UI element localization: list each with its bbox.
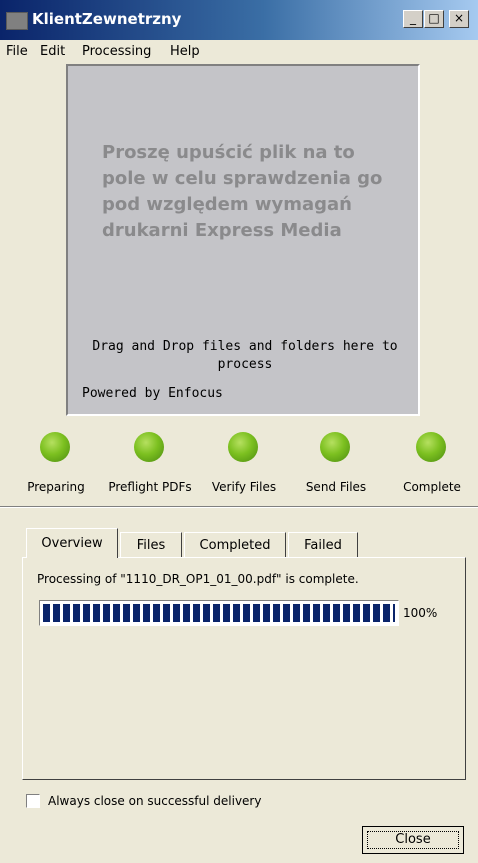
- app-window: KlientZewnetrzny _ □ × File Edit Process…: [0, 0, 478, 863]
- progress-percent: 100%: [403, 606, 438, 620]
- drop-instructions-polish: Proszę upuścić plik na to pole w celu sp…: [102, 142, 383, 241]
- powered-by-label: Powered by Enfocus: [82, 386, 223, 401]
- tab-failed[interactable]: Failed: [288, 532, 358, 558]
- always-close-checkbox[interactable]: [26, 794, 40, 808]
- status-label-verify: Verify Files: [211, 480, 277, 494]
- drop-zone[interactable]: Proszę upuścić plik na to pole w celu sp…: [66, 64, 420, 416]
- progress-bar-fill: [43, 604, 395, 622]
- maximize-button[interactable]: □: [424, 10, 444, 28]
- status-indicator-preparing: [40, 432, 70, 462]
- overview-panel: Processing of "1110_DR_OP1_01_00.pdf" is…: [22, 557, 466, 780]
- always-close-label[interactable]: Always close on successful delivery: [48, 794, 261, 808]
- status-indicator-send: [320, 432, 350, 462]
- status-indicator-verify: [228, 432, 258, 462]
- app-icon: [6, 12, 28, 30]
- status-label-send: Send Files: [305, 480, 367, 494]
- status-indicator-preflight: [134, 432, 164, 462]
- menu-help[interactable]: Help: [170, 44, 200, 59]
- status-label-complete: Complete: [403, 480, 461, 494]
- processing-status-text: Processing of "1110_DR_OP1_01_00.pdf" is…: [37, 572, 359, 586]
- close-button[interactable]: Close: [362, 826, 464, 854]
- progress-bar: [39, 600, 399, 626]
- section-divider: [0, 506, 478, 508]
- minimize-button[interactable]: _: [403, 10, 423, 28]
- menu-edit[interactable]: Edit: [40, 44, 65, 59]
- status-label-preflight: Preflight PDFs: [108, 480, 192, 494]
- tab-completed[interactable]: Completed: [184, 532, 286, 558]
- window-title: KlientZewnetrzny: [32, 10, 182, 28]
- menu-bar: File Edit Processing Help: [0, 40, 478, 64]
- menu-file[interactable]: File: [6, 44, 28, 59]
- tab-overview[interactable]: Overview: [26, 528, 118, 558]
- status-steps: Preparing Preflight PDFs Verify Files Se…: [0, 426, 478, 502]
- drop-hint: Drag and Drop files and folders here to …: [92, 339, 398, 372]
- status-label-preparing: Preparing: [27, 480, 85, 494]
- close-window-button[interactable]: ×: [449, 10, 469, 28]
- status-indicator-complete: [416, 432, 446, 462]
- title-bar[interactable]: KlientZewnetrzny _ □ ×: [0, 0, 478, 40]
- menu-processing[interactable]: Processing: [82, 44, 151, 59]
- tab-files[interactable]: Files: [120, 532, 182, 558]
